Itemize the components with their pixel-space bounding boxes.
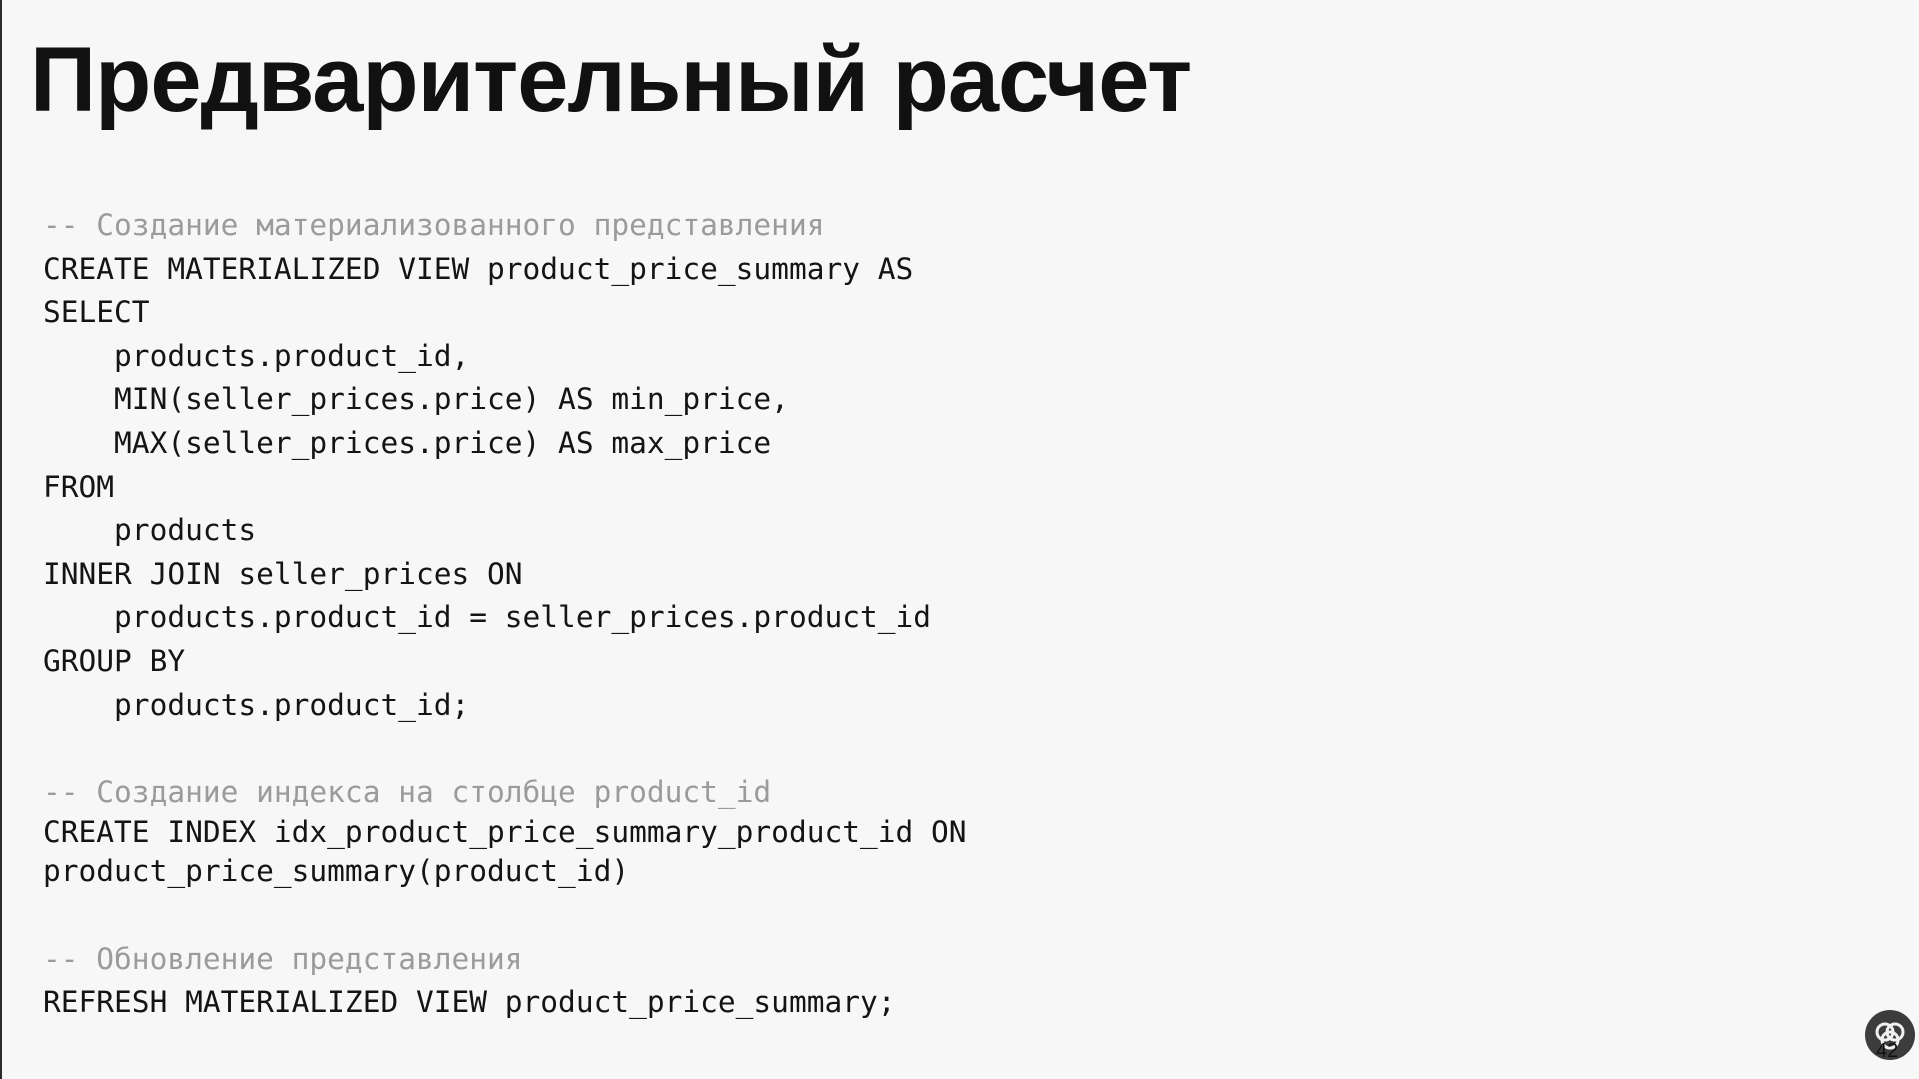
code-line: MAX(seller_prices.price) AS max_price [43, 425, 772, 460]
slide-left-edge [0, 0, 2, 1079]
code-line: products [43, 513, 257, 548]
page-number: 42 [1876, 1040, 1899, 1062]
code-line: CREATE MATERIALIZED VIEW product_price_s… [43, 251, 914, 286]
code-line: FROM [43, 469, 115, 504]
code-line: products.product_id = seller_prices.prod… [43, 600, 932, 635]
code-comment-line: -- Обновление представления [43, 941, 523, 976]
code-line: product_price_summary(product_id) [43, 854, 630, 889]
code-line: CREATE INDEX idx_product_price_summary_p… [43, 815, 967, 850]
slide-title: Предварительный расчет [30, 29, 1192, 131]
code-line: MIN(seller_prices.price) AS min_price, [43, 382, 789, 417]
code-line: REFRESH MATERIALIZED VIEW product_price_… [43, 985, 896, 1020]
code-block: -- Создание материализованного представл… [43, 204, 967, 1025]
code-comment-line: -- Создание индекса на столбце product_i… [43, 774, 772, 809]
code-line: GROUP BY [43, 643, 186, 678]
code-line: SELECT [43, 295, 150, 330]
code-line: products.product_id; [43, 687, 470, 722]
code-comment-line: -- Создание материализованного представл… [43, 208, 825, 242]
code-line: products.product_id, [43, 338, 470, 373]
code-line: INNER JOIN seller_prices ON [43, 556, 523, 591]
